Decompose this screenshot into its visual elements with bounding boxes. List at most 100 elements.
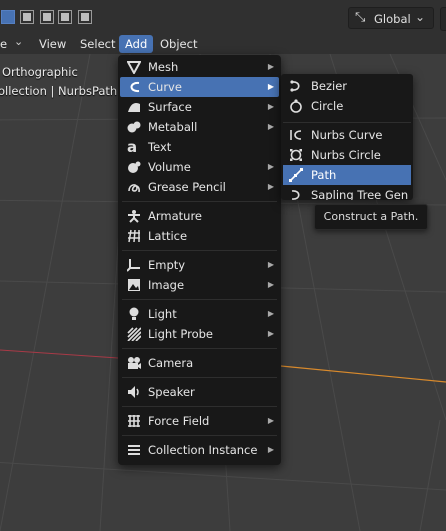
curve-item-circle[interactable]: Circle [283,96,411,116]
collection-overlay: ollection | NurbsPath [0,84,118,98]
submenu-arrow-icon: ▶ [267,122,274,131]
menu-item-label: Mesh [148,60,179,74]
y-axis-line [280,365,446,383]
submenu-arrow-icon: ▶ [267,162,274,171]
menu-item-label: Bezier [311,79,347,93]
menu-object[interactable]: Object [154,35,203,53]
add-menu-item-mesh[interactable]: Mesh ▶ [120,57,279,77]
menu-separator [122,406,277,407]
add-menu-item-collection-instance[interactable]: Collection Instance ▶ [120,440,279,460]
surface-icon [127,100,141,114]
empty-icon [127,258,141,272]
add-menu-item-grease-pencil[interactable]: Grease Pencil ▶ [120,177,279,197]
sapling-tree-icon [289,188,303,200]
curve-submenu: Bezier Circle Nurbs Curve Nurbs Circle P… [281,74,413,200]
add-menu-item-force-field[interactable]: Force Field ▶ [120,411,279,431]
menu-select[interactable]: Select [74,35,121,53]
path-icon [289,168,303,182]
submenu-arrow-icon: ▶ [267,329,274,338]
menu-item-label: Collection Instance [148,443,258,457]
collection-instance-icon [127,443,141,457]
add-menu-item-lattice[interactable]: Lattice [120,226,279,246]
menu-item-label: Surface [148,100,192,114]
submenu-arrow-icon: ▶ [267,445,274,454]
force-field-icon [127,414,141,428]
add-menu-item-text[interactable]: a Text [120,137,279,157]
submenu-arrow-icon: ▶ [267,82,274,91]
image-icon [127,278,141,292]
add-menu-item-empty[interactable]: Empty ▶ [120,255,279,275]
menu-item-label: Nurbs Circle [311,148,381,162]
menu-separator [122,250,277,251]
curve-item-bezier[interactable]: Bezier [283,76,411,96]
add-menu-item-light-probe[interactable]: Light Probe ▶ [120,324,279,344]
add-menu-item-curve[interactable]: Curve ▶ [120,77,279,97]
add-menu: Mesh ▶ Curve ▶ Surface ▶ Metaball ▶ a Text V… [118,55,281,465]
menu-item-label: Lattice [148,229,188,243]
pivot-dropdown[interactable] [440,7,446,31]
menu-item-label: Sapling Tree Gen [311,188,409,200]
submenu-arrow-icon: ▶ [267,102,274,111]
select-subtract-icon[interactable] [40,10,54,24]
mesh-icon [127,60,141,74]
menu-item-label: Armature [148,209,202,223]
lattice-icon [127,229,141,243]
menu-item-label: Metaball [148,120,198,134]
menu-item-label: Image [148,278,185,292]
transform-orientation-label: Global [374,12,411,26]
menu-separator [283,122,411,123]
view-type-overlay: Orthographic [2,65,78,79]
select-invert-icon[interactable] [58,10,72,24]
submenu-arrow-icon: ▶ [267,309,274,318]
select-new-icon[interactable] [1,10,15,24]
curve-icon [127,80,141,94]
light-probe-icon [127,327,141,341]
add-menu-item-image[interactable]: Image ▶ [120,275,279,295]
curve-item-nurbs-curve[interactable]: Nurbs Curve [283,125,411,145]
submenu-arrow-icon: ▶ [267,280,274,289]
menu-separator [122,377,277,378]
menu-item-label: Circle [311,99,344,113]
curve-item-sapling-tree-gen[interactable]: Sapling Tree Gen [283,185,411,200]
curve-circle-icon [289,99,303,113]
tooltip: Construct a Path. [314,204,428,230]
menu-separator [122,348,277,349]
text-icon: a [127,138,138,156]
menu-separator [122,299,277,300]
volume-icon [127,160,141,174]
select-extend-icon[interactable] [20,10,34,24]
grease-pencil-icon [127,180,141,194]
add-menu-item-surface[interactable]: Surface ▶ [120,97,279,117]
add-menu-item-camera[interactable]: Camera [120,353,279,373]
menu-item-label: Path [311,168,337,182]
add-menu-item-metaball[interactable]: Metaball ▶ [120,117,279,137]
menu-item-label: Nurbs Curve [311,128,383,142]
menu-item-label: Volume [148,160,191,174]
submenu-arrow-icon: ▶ [267,260,274,269]
curve-item-path[interactable]: Path [283,165,411,185]
chevron-down-icon: ⌄ [14,35,24,48]
bezier-icon [289,79,303,93]
armature-icon [127,209,141,223]
menu-view[interactable]: View [33,35,72,53]
nurbs-circle-icon [289,148,303,162]
select-intersect-icon[interactable] [78,10,92,24]
transform-orientation-dropdown[interactable]: ⤡ Global ⌄ [348,7,434,29]
add-menu-item-volume[interactable]: Volume ▶ [120,157,279,177]
menu-item-label: Curve [148,80,182,94]
menu-item-label: Light Probe [148,327,213,341]
menu-item-label: Light [148,307,177,321]
curve-item-nurbs-circle[interactable]: Nurbs Circle [283,145,411,165]
menu-add[interactable]: Add [119,35,154,53]
add-menu-item-speaker[interactable]: Speaker [120,382,279,402]
tool-header: ⤡ Global ⌄ [0,0,446,34]
nurbs-curve-icon [289,128,303,142]
menu-item-label: Speaker [148,385,195,399]
add-menu-item-light[interactable]: Light ▶ [120,304,279,324]
menu-object-mode[interactable]: e [0,35,13,53]
camera-icon [127,356,141,370]
add-menu-item-armature[interactable]: Armature [120,206,279,226]
menu-separator [122,201,277,202]
menu-item-label: Force Field [148,414,210,428]
submenu-arrow-icon: ▶ [267,182,274,191]
